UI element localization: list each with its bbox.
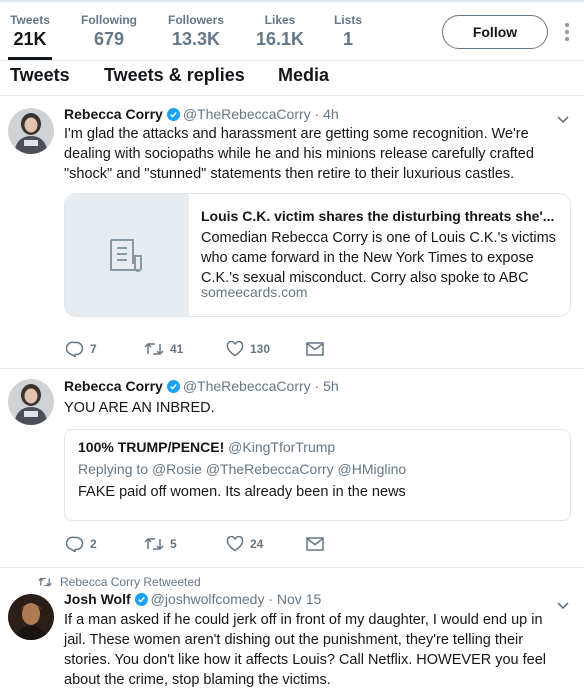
separator-dot: · (314, 106, 320, 122)
retweeted-by: Rebecca Corry Retweeted (38, 575, 201, 589)
retweet-button[interactable]: 5 (144, 534, 177, 554)
tweet-header: Josh Wolf @joshwolfcomedy · Nov 15 (64, 591, 321, 609)
author-handle[interactable]: @joshwolfcomedy (151, 591, 265, 607)
stat-lists-label: Lists (333, 13, 362, 27)
chevron-down-icon[interactable] (557, 597, 569, 610)
avatar[interactable] (8, 594, 54, 640)
tab-tweets[interactable]: Tweets (10, 65, 70, 86)
stat-followers-label: Followers (167, 13, 224, 27)
envelope-icon (306, 342, 324, 356)
quoted-text: FAKE paid off women. Its already been in… (78, 484, 406, 500)
card-title: Louis C.K. victim shares the disturbing … (201, 208, 555, 224)
quoted-header: 100% TRUMP/PENCE! @KingTforTrump (78, 439, 335, 455)
separator-dot: · (314, 378, 320, 394)
card-thumbnail (65, 194, 189, 316)
more-options-icon[interactable] (563, 23, 571, 43)
like-count: 24 (250, 537, 264, 551)
author-name[interactable]: Rebecca Corry (64, 106, 163, 122)
retweet-icon (38, 577, 52, 587)
tweet[interactable]: Rebecca Corry Retweeted Josh Wolf @joshwo… (0, 568, 584, 695)
like-button[interactable]: 24 (226, 534, 263, 554)
replying-to-prefix: Replying to (78, 461, 149, 477)
tweet-text: If a man asked if he could jerk off in f… (64, 612, 547, 688)
document-icon (110, 239, 142, 272)
retweet-count: 5 (170, 537, 177, 551)
reply-icon (66, 536, 84, 552)
tweet-text: YOU ARE AN INBRED. (64, 400, 215, 416)
direct-message-button[interactable] (306, 534, 324, 554)
stat-tweets[interactable]: Tweets 21K (8, 2, 52, 60)
reply-count: 2 (90, 537, 97, 551)
retweeted-by-label[interactable]: Rebecca Corry Retweeted (60, 575, 201, 589)
replying-to-users: @Rosie @TheRebeccaCorry @HMiglino (151, 461, 407, 477)
tweet-time[interactable]: 4h (323, 106, 339, 122)
reply-icon (66, 341, 84, 357)
chevron-down-icon[interactable] (557, 111, 569, 124)
tab-tweets-replies[interactable]: Tweets & replies (104, 65, 245, 86)
author-handle[interactable]: @TheRebeccaCorry (183, 106, 311, 122)
reply-count: 7 (90, 342, 97, 356)
timeline-tabs: Tweets Tweets & replies Media (0, 61, 584, 95)
verified-badge-icon (166, 108, 180, 124)
reply-button[interactable]: 2 (66, 534, 97, 554)
heart-icon (226, 536, 244, 552)
stat-lists[interactable]: Lists 1 (330, 2, 366, 56)
reply-button[interactable]: 7 (66, 339, 97, 359)
quoted-author-handle: @KingTforTrump (228, 439, 336, 455)
direct-message-button[interactable] (306, 339, 324, 359)
stat-followers[interactable]: Followers 13.3K (164, 2, 228, 56)
like-count: 130 (250, 342, 271, 356)
retweet-icon (144, 537, 164, 551)
author-handle[interactable]: @TheRebeccaCorry (183, 378, 311, 394)
tweet-time[interactable]: 5h (323, 378, 339, 394)
stat-following[interactable]: Following 679 (78, 2, 140, 56)
envelope-icon (306, 537, 324, 551)
retweet-button[interactable]: 41 (144, 339, 183, 359)
tweet-text: I'm glad the attacks and harassment are … (64, 126, 534, 182)
avatar[interactable] (8, 108, 54, 154)
tweet[interactable]: Rebecca Corry @TheRebeccaCorry · 4h I'm g… (0, 96, 584, 369)
verified-badge-icon (166, 380, 180, 396)
tab-media[interactable]: Media (278, 65, 329, 86)
stat-tweets-value: 21K (13, 29, 47, 49)
profile-stats: Tweets 21K Following 679 Followers 13.3K… (0, 2, 584, 60)
verified-badge-icon (134, 593, 148, 609)
replying-to: Replying to @Rosie @TheRebeccaCorry @HMi… (78, 461, 406, 477)
author-name[interactable]: Rebecca Corry (64, 378, 163, 394)
retweet-count: 41 (170, 342, 184, 356)
stat-following-label: Following (81, 13, 137, 27)
heart-icon (226, 341, 244, 357)
tweet-header: Rebecca Corry @TheRebeccaCorry · 4h (64, 106, 339, 124)
separator-dot: · (268, 591, 274, 607)
tweet[interactable]: Rebecca Corry @TheRebeccaCorry · 5h YOU A… (0, 369, 584, 568)
follow-button[interactable]: Follow (442, 15, 548, 49)
card-domain: someecards.com (201, 284, 308, 300)
tweet-actions: 2 5 24 (64, 534, 384, 554)
tweet-time[interactable]: Nov 15 (277, 591, 321, 607)
stat-tweets-label: Tweets (10, 13, 50, 27)
stat-likes-label: Likes (264, 13, 296, 27)
stat-followers-value: 13.3K (171, 29, 221, 49)
stat-following-value: 679 (93, 29, 125, 49)
card-description: Comedian Rebecca Corry is one of Louis C… (201, 230, 556, 286)
tweet-header: Rebecca Corry @TheRebeccaCorry · 5h (64, 378, 339, 396)
avatar[interactable] (8, 379, 54, 425)
stat-likes-value: 16.1K (255, 29, 305, 49)
link-card[interactable]: Louis C.K. victim shares the disturbing … (64, 193, 571, 317)
quoted-author-name: 100% TRUMP/PENCE! (78, 439, 225, 455)
stat-lists-value: 1 (342, 29, 353, 49)
like-button[interactable]: 130 (226, 339, 270, 359)
quoted-tweet[interactable]: 100% TRUMP/PENCE! @KingTforTrump Replyin… (64, 429, 571, 521)
author-name[interactable]: Josh Wolf (64, 591, 131, 607)
retweet-icon (144, 342, 164, 356)
stat-likes[interactable]: Likes 16.1K (252, 2, 308, 56)
tweet-actions: 7 41 130 (64, 339, 384, 359)
